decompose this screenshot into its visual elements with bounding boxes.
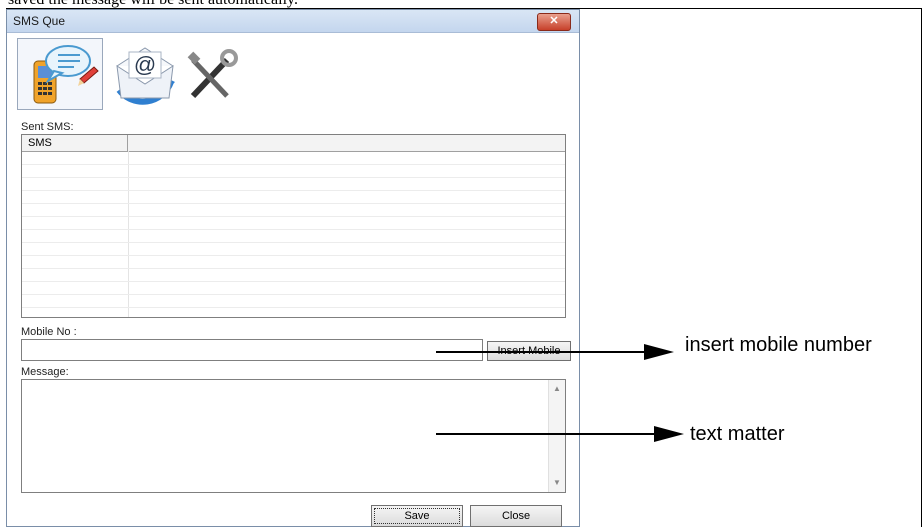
row-divider <box>22 164 565 165</box>
close-button[interactable]: Close <box>470 505 562 527</box>
row-divider <box>22 242 565 243</box>
row-divider <box>22 216 565 217</box>
title-bar[interactable]: SMS Que ✕ <box>7 10 579 33</box>
window-title: SMS Que <box>13 14 66 28</box>
scroll-up-arrow-icon[interactable]: ▲ <box>549 382 565 396</box>
row-divider <box>22 229 565 230</box>
column-divider <box>128 151 129 317</box>
sent-sms-list[interactable]: SMS <box>21 134 566 318</box>
sms-phone-icon[interactable] <box>17 38 103 110</box>
scroll-down-arrow-icon[interactable]: ▼ <box>549 476 565 490</box>
annotation-insert-mobile: insert mobile number <box>685 334 872 356</box>
annotation-text-matter: text matter <box>690 423 785 445</box>
mobile-number-input[interactable] <box>21 339 483 361</box>
row-divider <box>22 190 565 191</box>
row-divider <box>22 177 565 178</box>
column-header-sms[interactable]: SMS <box>22 135 128 151</box>
column-header-blank[interactable] <box>128 135 565 151</box>
sms-que-window: SMS Que ✕ @ Sent SMS: SMS Mobile No: Me… <box>6 9 580 527</box>
svg-text:@: @ <box>134 52 156 77</box>
arrow-insert-mobile <box>436 344 674 360</box>
row-divider <box>22 281 565 282</box>
row-divider <box>22 203 565 204</box>
row-divider <box>22 268 565 269</box>
tools-icon[interactable] <box>183 38 239 108</box>
save-button[interactable]: Save <box>371 505 463 527</box>
email-icon[interactable]: @ <box>109 38 181 108</box>
arrow-text-matter <box>436 426 684 442</box>
mobile-no-label: Mobile No : <box>21 326 77 338</box>
row-divider <box>22 307 565 308</box>
list-header: SMS <box>22 135 565 152</box>
window-close-button[interactable]: ✕ <box>537 13 571 31</box>
message-label: Message: <box>21 366 69 378</box>
row-divider <box>22 294 565 295</box>
sent-sms-label: Sent SMS: <box>21 121 74 133</box>
row-divider <box>22 255 565 256</box>
